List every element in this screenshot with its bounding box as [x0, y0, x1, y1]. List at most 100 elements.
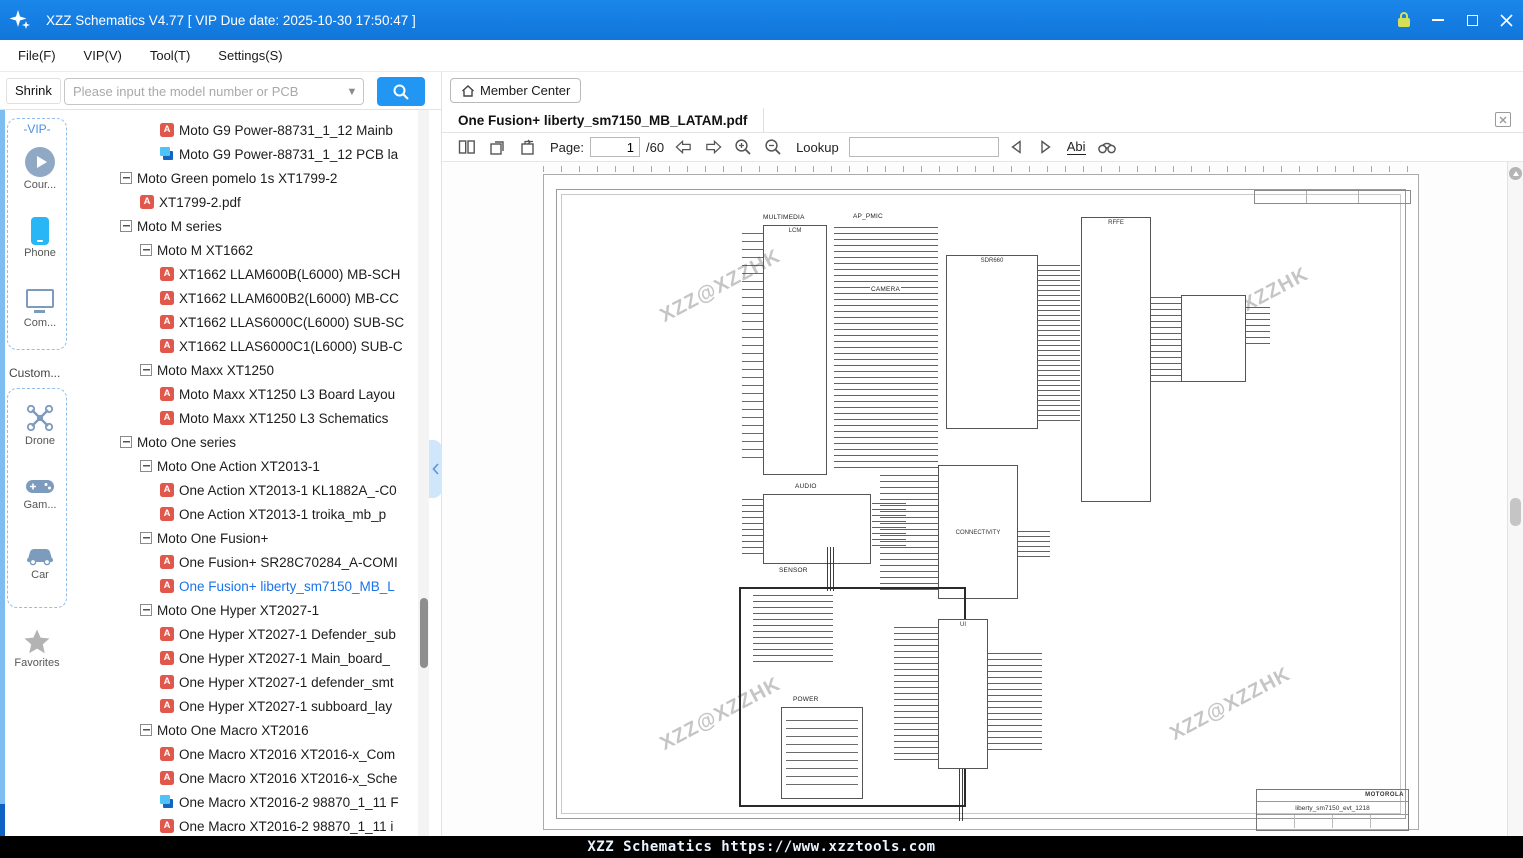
duplicate-page-button[interactable]	[514, 135, 540, 159]
vault-icon[interactable]	[1387, 0, 1421, 40]
tree-scrollbar-thumb[interactable]	[420, 598, 428, 668]
menu-item[interactable]: File(F)	[4, 40, 70, 72]
previous-match-button[interactable]	[1003, 135, 1029, 159]
tree-item[interactable]: One Hyper XT2027-1 defender_smt	[78, 670, 418, 694]
minimize-button[interactable]	[1421, 0, 1455, 40]
tree-item[interactable]: XT1662 LLAS6000C(L6000) SUB-SC	[78, 310, 418, 334]
tree-item-icon	[160, 579, 174, 593]
sidebar-item-favorites[interactable]: Favorites	[7, 628, 67, 669]
tree-item[interactable]: One Macro XT2016-2 98870_1_11 F	[78, 790, 418, 814]
block-audio	[763, 494, 871, 564]
tree-item-icon	[160, 339, 174, 353]
sidebar-item-phone[interactable]: Phone	[10, 217, 70, 259]
tree-item[interactable]: One Hyper XT2027-1 Defender_sub	[78, 622, 418, 646]
tree-item[interactable]: One Action XT2013-1 troika_mb_p	[78, 502, 418, 526]
document-tab[interactable]: One Fusion+ liberty_sm7150_MB_LATAM.pdf	[442, 108, 764, 133]
tree-item[interactable]: One Action XT2013-1 KL1882A_-C0	[78, 478, 418, 502]
page-number-input[interactable]	[590, 137, 640, 157]
menu-item[interactable]: VIP(V)	[70, 40, 136, 72]
tree-item-icon	[140, 244, 152, 256]
sidebar-item-course[interactable]: Cour...	[10, 147, 70, 191]
tree-item[interactable]: One Hyper XT2027-1 Main_board_	[78, 646, 418, 670]
wire-bundle	[1246, 307, 1270, 347]
phone-icon	[31, 217, 49, 245]
zoom-out-button[interactable]	[760, 135, 786, 159]
title-block-doc-name: liberty_sm7150_evt_1218	[1257, 802, 1408, 815]
find-all-button[interactable]	[1094, 135, 1120, 159]
tree-item-icon	[160, 699, 174, 713]
tree-item-icon	[160, 291, 174, 305]
shrink-button[interactable]: Shrink	[6, 78, 61, 104]
tree-item[interactable]: XT1799-2.pdf	[78, 190, 418, 214]
tree-item[interactable]: Moto M XT1662	[78, 238, 418, 262]
two-page-view-button[interactable]	[454, 135, 480, 159]
tree-item[interactable]: Moto One Action XT2013-1	[78, 454, 418, 478]
tree-item[interactable]: Moto Maxx XT1250 L3 Board Layou	[78, 382, 418, 406]
toolbar: Shrink ▼ Member Center	[0, 72, 1523, 110]
menu-item[interactable]: Settings(S)	[204, 40, 296, 72]
tree-item[interactable]: Moto One Hyper XT2027-1	[78, 598, 418, 622]
tree-item-icon	[160, 771, 174, 785]
tree-item-icon	[160, 627, 174, 641]
sidebar-item-car[interactable]: Car	[10, 543, 70, 581]
copy-page-button[interactable]	[484, 135, 510, 159]
tree-item[interactable]: Moto Maxx XT1250 L3 Schematics	[78, 406, 418, 430]
window-title: XZZ Schematics V4.77 [ VIP Due date: 202…	[46, 13, 416, 28]
block-label-audio: AUDIO	[794, 483, 818, 490]
scroll-to-top-button[interactable]	[1509, 167, 1522, 180]
pdf-viewer[interactable]: XZZ@XZZHK XZZ@XZZHK XZZ@XZZHK XZZ@XZZHK …	[442, 162, 1507, 836]
document-tab-title: One Fusion+ liberty_sm7150_MB_LATAM.pdf	[458, 113, 747, 128]
chevron-down-icon[interactable]: ▼	[341, 86, 363, 98]
maximize-button[interactable]	[1455, 0, 1489, 40]
tree-item-icon	[160, 123, 174, 137]
close-button[interactable]	[1489, 0, 1523, 40]
tree-item[interactable]: One Fusion+ SR28C70284_A-COMI	[78, 550, 418, 574]
copy-page-icon	[489, 139, 506, 156]
viewer-scrollbar-thumb[interactable]	[1510, 498, 1521, 526]
search-button[interactable]	[377, 77, 425, 106]
sidebar-item-drone[interactable]: Drone	[10, 403, 70, 447]
star-icon	[23, 628, 51, 655]
tree-item[interactable]: Moto G9 Power-88731_1_12 Mainb	[78, 118, 418, 142]
sidebar-item-game[interactable]: Gam...	[10, 475, 70, 511]
tree-item-icon	[140, 195, 154, 209]
previous-page-button[interactable]	[670, 135, 696, 159]
close-document-icon[interactable]	[1495, 112, 1511, 127]
tree-item-icon	[140, 460, 152, 472]
schematic-sheet: XZZ@XZZHK XZZ@XZZHK XZZ@XZZHK XZZ@XZZHK …	[543, 174, 1419, 830]
viewer-scrollbar[interactable]	[1507, 162, 1523, 836]
arrow-right-icon	[704, 139, 723, 155]
title-block-brand: MOTOROLA	[1257, 790, 1408, 802]
tree-item[interactable]: XT1662 LLAS6000C1(L6000) SUB-C	[78, 334, 418, 358]
tree-item[interactable]: One Fusion+ liberty_sm7150_MB_L	[78, 574, 418, 598]
tree-item[interactable]: XT1662 LLAM600B2(L6000) MB-CC	[78, 286, 418, 310]
next-match-button[interactable]	[1033, 135, 1059, 159]
tree-item[interactable]: Moto M series	[78, 214, 418, 238]
search-icon	[392, 83, 410, 101]
tree-item[interactable]: Moto One series	[78, 430, 418, 454]
match-case-toggle[interactable]: Abi	[1067, 139, 1086, 155]
tree-item[interactable]: Moto Green pomelo 1s XT1799-2	[78, 166, 418, 190]
model-search-input[interactable]	[65, 84, 341, 99]
tree-item[interactable]: Moto One Fusion+	[78, 526, 418, 550]
tree-item[interactable]: One Macro XT2016 XT2016-x_Sche	[78, 766, 418, 790]
block-label-power: POWER	[792, 696, 820, 703]
wire-bundle	[1151, 297, 1181, 382]
sidebar-item-computer[interactable]: Com...	[10, 289, 70, 329]
tree-item[interactable]: Moto G9 Power-88731_1_12 PCB la	[78, 142, 418, 166]
lookup-input[interactable]	[849, 137, 999, 157]
tree-item[interactable]: Moto One Macro XT2016	[78, 718, 418, 742]
tree-item[interactable]: One Hyper XT2027-1 subboard_lay	[78, 694, 418, 718]
block-lcm: LCM	[763, 225, 827, 475]
tree-item[interactable]: Moto Maxx XT1250	[78, 358, 418, 382]
tree-scrollbar[interactable]	[418, 110, 429, 836]
next-page-button[interactable]	[700, 135, 726, 159]
tree-item[interactable]: One Macro XT2016-2 98870_1_11 i	[78, 814, 418, 836]
duplicate-page-icon	[519, 139, 536, 156]
tree-item[interactable]: One Macro XT2016 XT2016-x_Com	[78, 742, 418, 766]
menu-item[interactable]: Tool(T)	[136, 40, 204, 72]
zoom-in-button[interactable]	[730, 135, 756, 159]
member-center-button[interactable]: Member Center	[450, 78, 581, 103]
wire-bundle	[742, 233, 763, 463]
tree-item[interactable]: XT1662 LLAM600B(L6000) MB-SCH	[78, 262, 418, 286]
